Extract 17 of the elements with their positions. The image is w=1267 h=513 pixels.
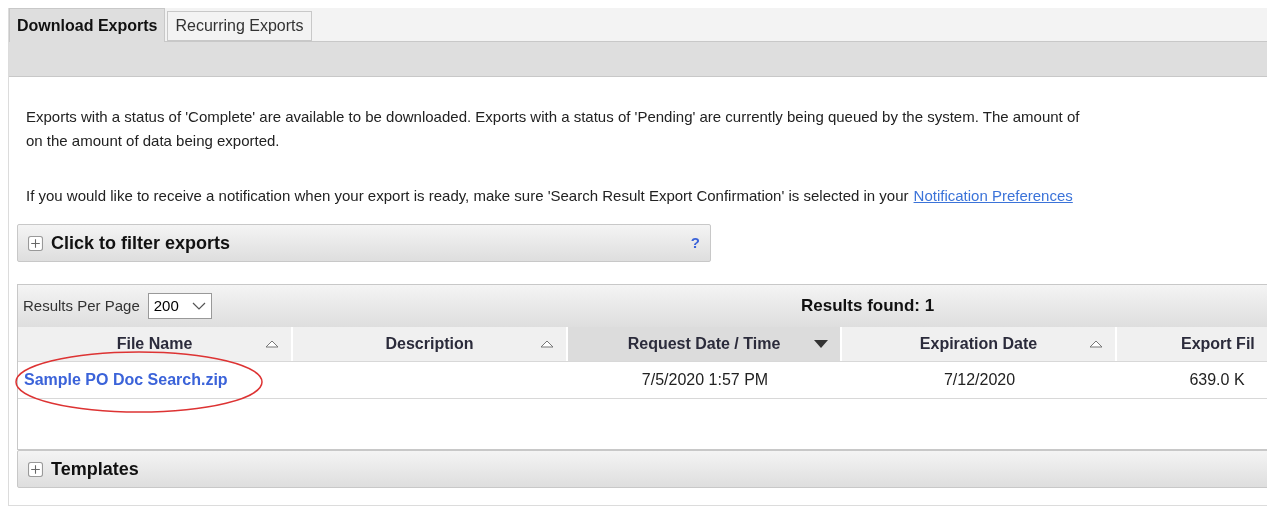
results-per-page-label: Results Per Page	[23, 295, 140, 316]
notification-preferences-link[interactable]: Notification Preferences	[913, 184, 1073, 208]
results-count: Results found: 1	[801, 295, 935, 318]
intro-text: Exports with a status of 'Complete' are available to be downloaded. Exports with a status of 'Pending' are currently being queued by the system. The amount of	[26, 107, 1081, 127]
table-cell-text: 7/12/2020	[943, 370, 1016, 390]
table-cell-text: 639.0 K	[1189, 370, 1245, 390]
column-header[interactable]: Request Date / Time	[568, 327, 842, 361]
tab[interactable]: Recurring Exports	[167, 11, 312, 41]
templates-panel-header[interactable]: Templates	[17, 450, 1267, 488]
chevron-down-icon	[191, 302, 206, 310]
table-cell-text: 7/5/2020 1:57 PM	[641, 370, 769, 390]
per-page-dropdown[interactable]: 200	[147, 293, 212, 319]
intro-text: on the amount of data being exported.	[26, 131, 281, 151]
help-icon[interactable]: ?	[690, 231, 700, 255]
tab[interactable]: Download Exports	[9, 8, 166, 42]
filter-panel-header[interactable]: Click to filter exports ?	[17, 224, 711, 262]
notice-text: If you would like to receive a notification when your export is ready, make sure 'Search Result Export Confirmation' is selected in your	[26, 186, 909, 206]
